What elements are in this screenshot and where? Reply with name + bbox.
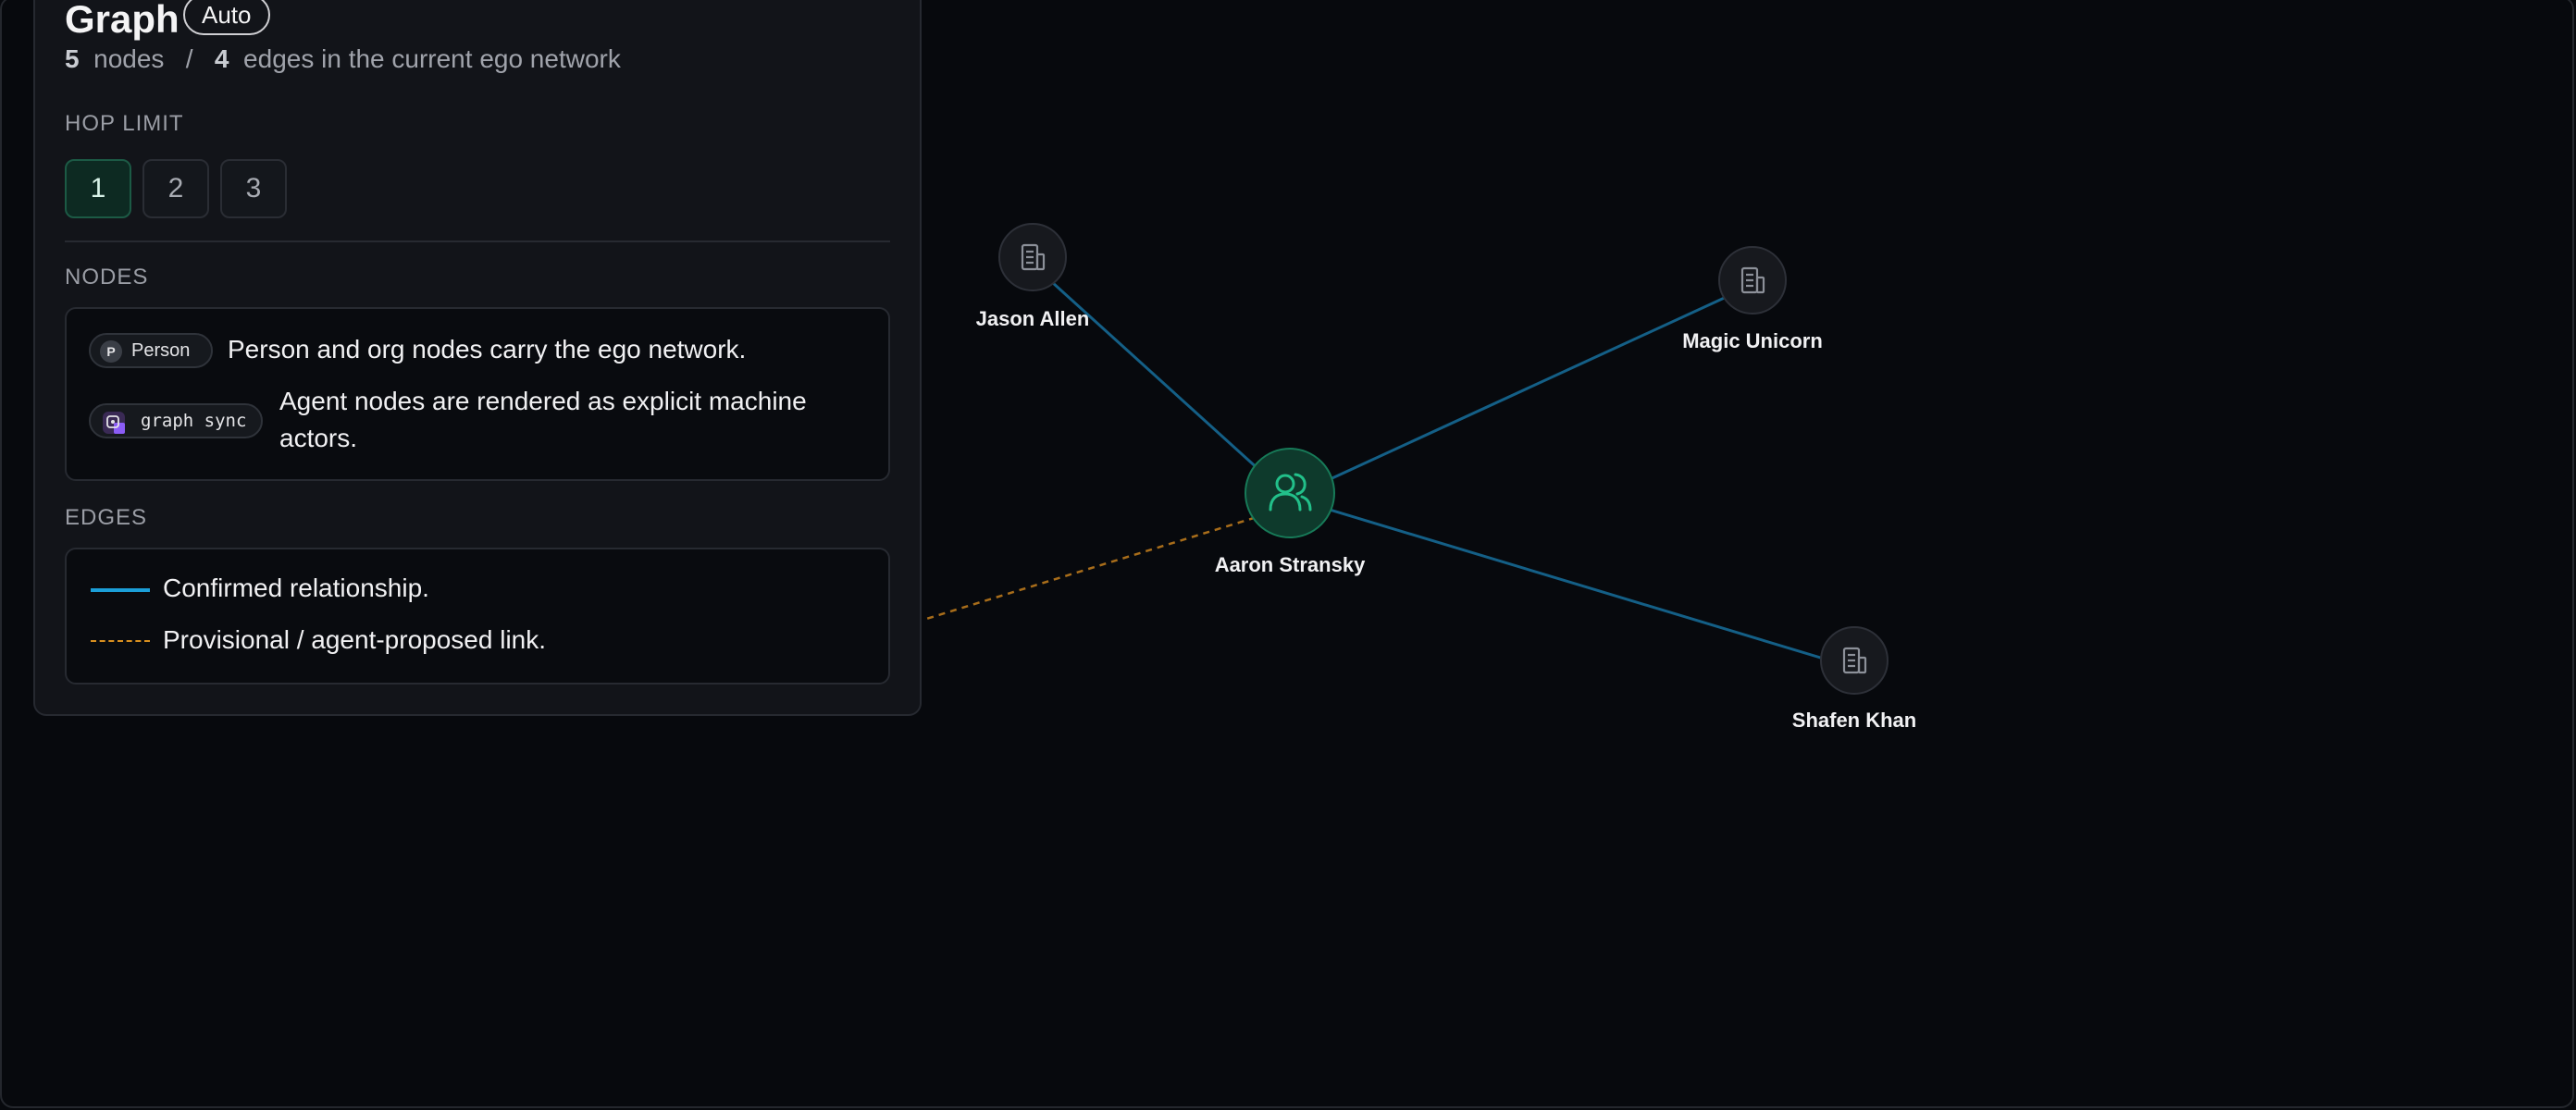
person-initial-icon: P xyxy=(100,340,122,363)
person-node-description: Person and org nodes carry the ego netwo… xyxy=(228,335,747,364)
graph-legend-panel: Graph Auto 5 nodes / 4 edges in the curr… xyxy=(33,0,922,716)
node-label-shafen-khan: Shafen Khan xyxy=(1791,709,1917,732)
node-label-aaron-stransky: Aaron Stransky xyxy=(1214,553,1366,576)
confirmed-edge-description: Confirmed relationship. xyxy=(163,574,429,602)
node-label-jason-allen: Jason Allen xyxy=(975,307,1090,330)
stats-separator: / xyxy=(185,44,193,73)
panel-title: Graph xyxy=(65,0,180,41)
person-chip: P Person xyxy=(89,333,213,368)
edge-aaron-magic[interactable] xyxy=(1289,283,1753,500)
node-aaron-stransky[interactable] xyxy=(1245,448,1335,538)
provisional-edge-swatch xyxy=(91,640,150,642)
node-count: 5 xyxy=(65,44,80,73)
hop-limit-label: HOP LIMIT xyxy=(65,111,184,136)
provisional-edge-description: Provisional / agent-proposed link. xyxy=(163,625,547,654)
nodes-section-label: NODES xyxy=(65,265,149,290)
node-magic-unicorn[interactable] xyxy=(1718,246,1787,314)
edge-aaron-shafen[interactable] xyxy=(1289,496,1855,670)
hop-limit-1-button[interactable]: 1 xyxy=(65,159,131,218)
confirmed-edge-swatch xyxy=(91,588,150,592)
hop-limit-3-button[interactable]: 3 xyxy=(220,159,287,218)
agent-node-description: Agent nodes are rendered as explicit mac… xyxy=(279,387,807,452)
node-jason-allen[interactable] xyxy=(998,223,1067,291)
agent-icon xyxy=(103,412,125,434)
edge-count: 4 xyxy=(214,44,229,73)
edges-text: edges in the current ego network xyxy=(243,44,621,73)
graph-stats: 5 nodes / 4 edges in the current ego net… xyxy=(65,44,621,74)
hop-limit-2-button[interactable]: 2 xyxy=(142,159,209,218)
edges-legend-box: Confirmed relationship. Provisional / ag… xyxy=(65,548,890,684)
agent-chip: graph sync xyxy=(89,403,263,438)
edge-aaron-jason[interactable] xyxy=(1031,263,1292,500)
person-chip-label: Person xyxy=(131,340,191,361)
nodes-word: nodes xyxy=(93,44,165,73)
mode-badge[interactable]: Auto xyxy=(183,0,270,35)
agent-chip-label: graph sync xyxy=(141,411,247,431)
node-shafen-khan[interactable] xyxy=(1820,626,1889,695)
nodes-legend-box: P Person Person and org nodes carry the … xyxy=(65,307,890,481)
edges-section-label: EDGES xyxy=(65,505,148,530)
section-divider xyxy=(65,240,890,242)
node-label-magic-unicorn: Magic Unicorn xyxy=(1682,329,1823,352)
graph-view: Jason Allen Magic Unicorn Aaron Stransky… xyxy=(0,0,2574,1108)
